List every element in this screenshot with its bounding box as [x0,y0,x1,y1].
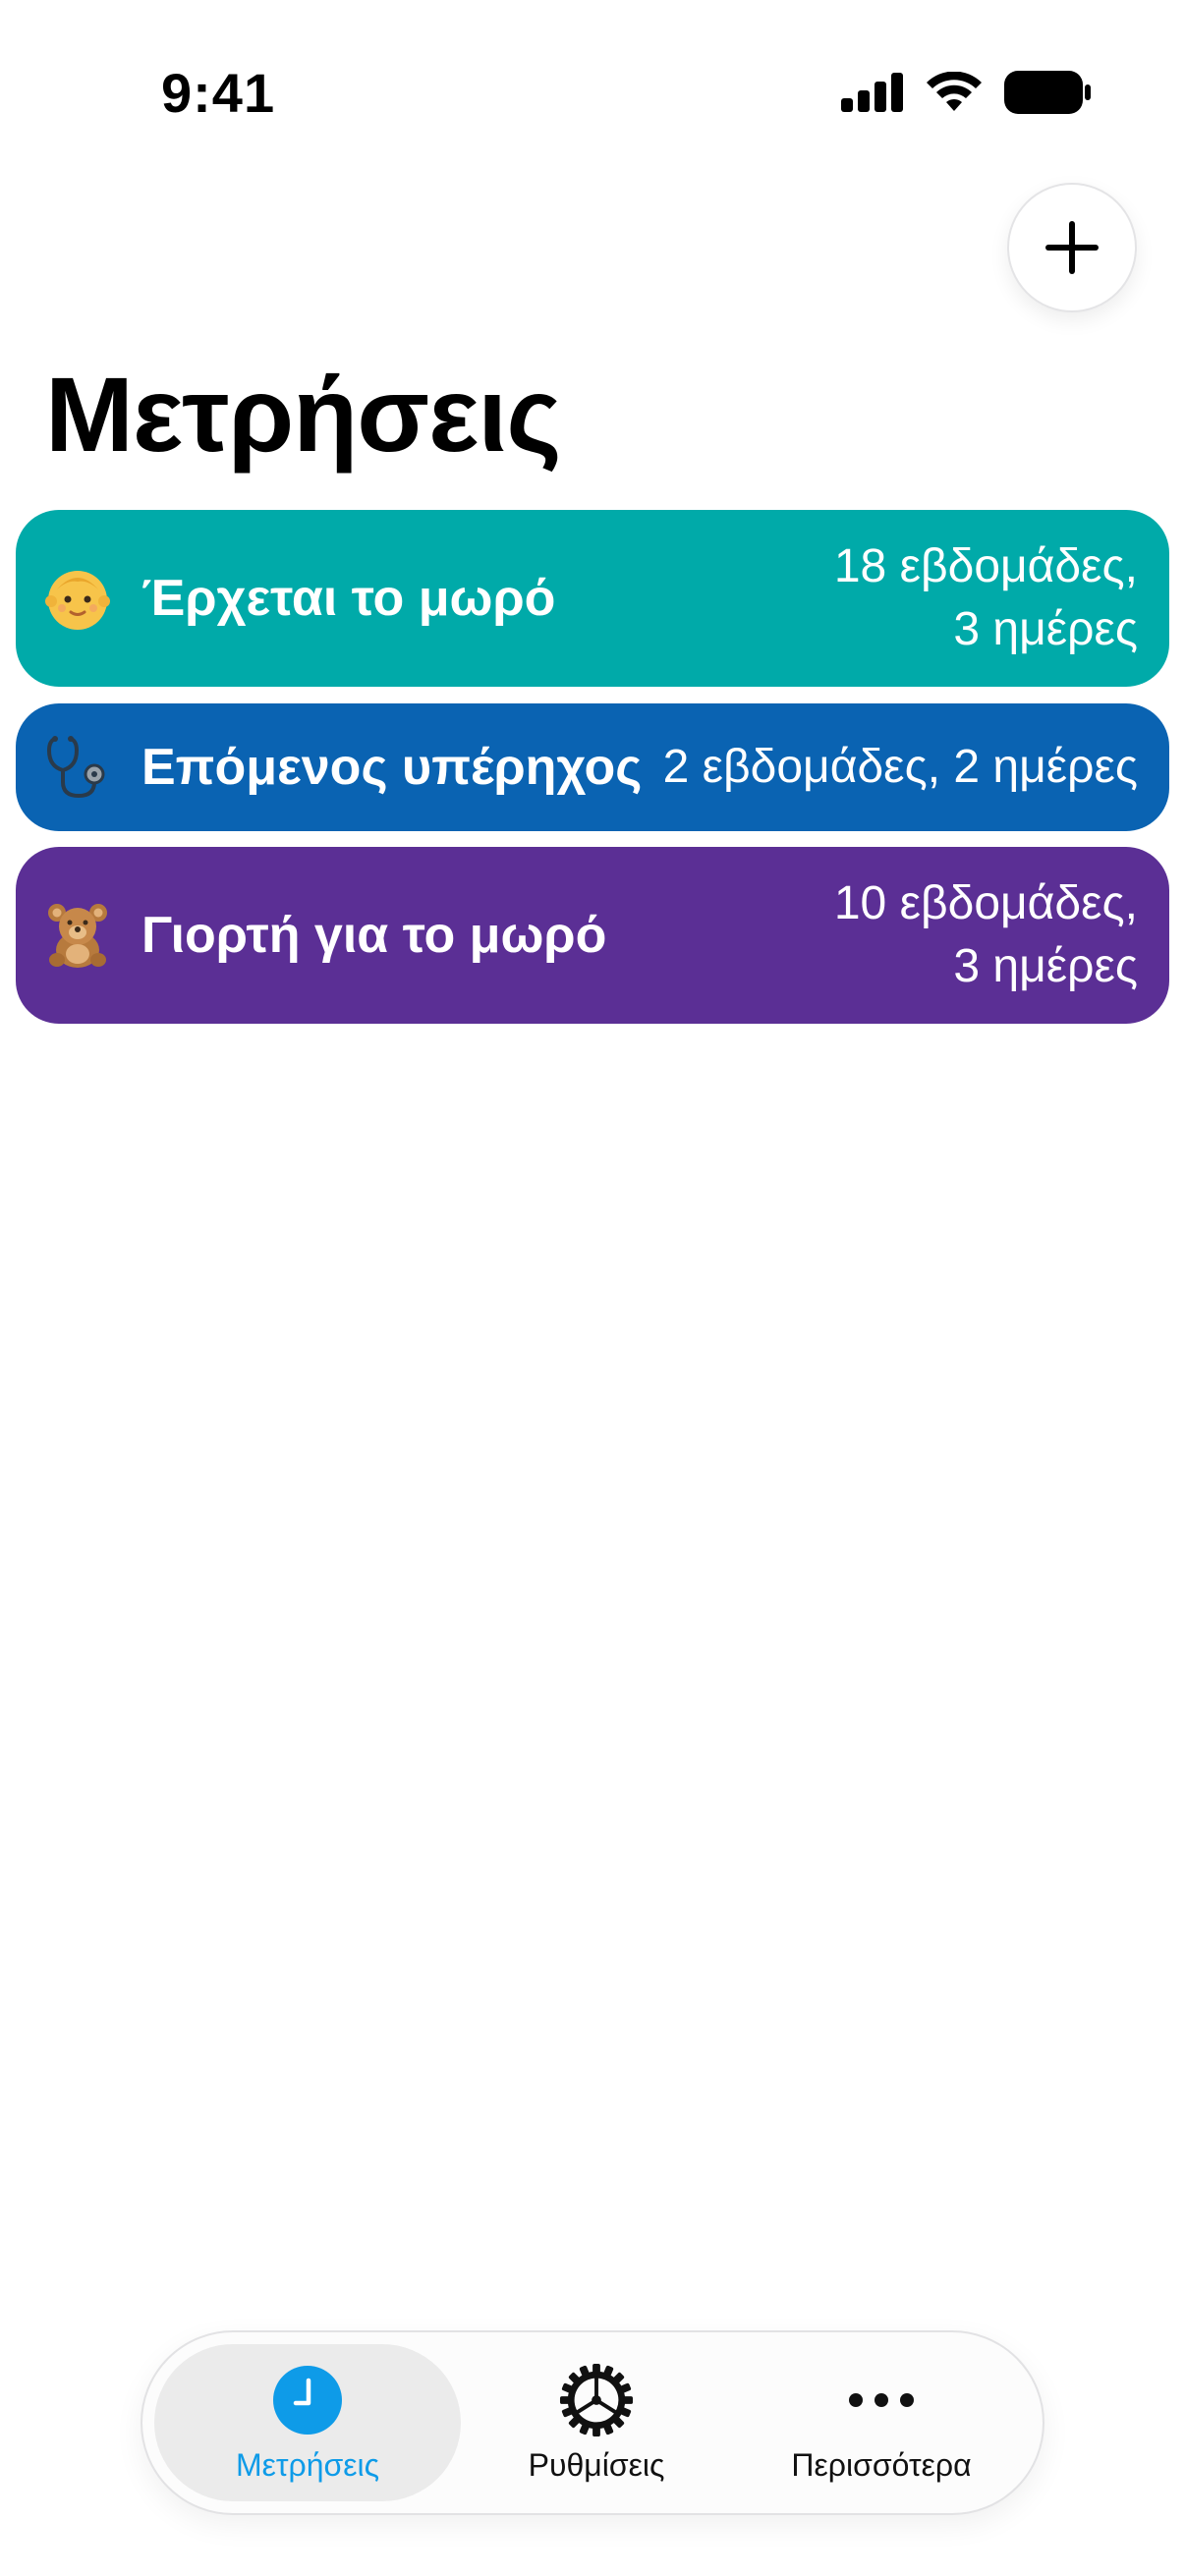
tab-bar: Μετρήσεις Ρυθμίσεις Περισσότερα [141,2330,1044,2515]
teddy-bear-emoji-icon [48,904,107,968]
countdown-value-line2: 3 ημέρες [953,940,1138,992]
gear-icon [559,2363,634,2437]
countdown-value-line1: 10 εβδομάδες, [833,877,1138,929]
tab-settings[interactable]: Ρυθμίσεις [461,2344,732,2501]
countdown-card-next-ultrasound[interactable]: Επόμενος υπέρηχος 2 εβδομάδες, 2 ημέρες [16,703,1169,831]
tab-countdowns[interactable]: Μετρήσεις [154,2344,461,2501]
tab-more[interactable]: Περισσότερα [732,2344,1031,2501]
ellipsis-icon [844,2363,919,2437]
countdown-value-line1: 18 εβδομάδες, [833,540,1138,592]
tab-label: Μετρήσεις [235,2446,380,2483]
status-icons [841,71,1091,114]
add-countdown-button[interactable] [1007,183,1137,312]
battery-icon [1004,71,1091,114]
countdown-card-baby-arrival[interactable]: Έρχεται το μωρό 18 εβδομάδες, 3 ημέρες [16,510,1169,687]
page-title: Μετρήσεις [45,355,562,474]
countdown-value: 18 εβδομάδες, 3 ημέρες [804,535,1138,661]
status-time: 9:41 [161,62,276,124]
tab-label: Περισσότερα [791,2446,972,2483]
countdown-title: Επόμενος υπέρηχος [141,739,643,796]
countdown-value-line2: 3 ημέρες [953,603,1138,655]
countdown-title: Έρχεται το μωρό [141,570,556,627]
countdown-card-baby-shower[interactable]: Γιορτή για το μωρό 10 εβδομάδες, 3 ημέρε… [16,847,1169,1024]
clock-icon [270,2363,345,2437]
wifi-icon [927,72,982,111]
countdown-title: Γιορτή για το μωρό [141,907,607,964]
cellular-signal-icon [841,73,903,112]
baby-emoji-icon [45,571,110,630]
tab-label: Ρυθμίσεις [528,2446,665,2483]
status-bar: 9:41 [0,0,1185,187]
countdown-value: 2 εβδομάδες, 2 ημέρες [662,741,1138,793]
stethoscope-emoji-icon [46,736,105,799]
countdown-value: 10 εβδομάδες, 3 ημέρες [804,872,1138,998]
plus-icon [1045,221,1099,274]
